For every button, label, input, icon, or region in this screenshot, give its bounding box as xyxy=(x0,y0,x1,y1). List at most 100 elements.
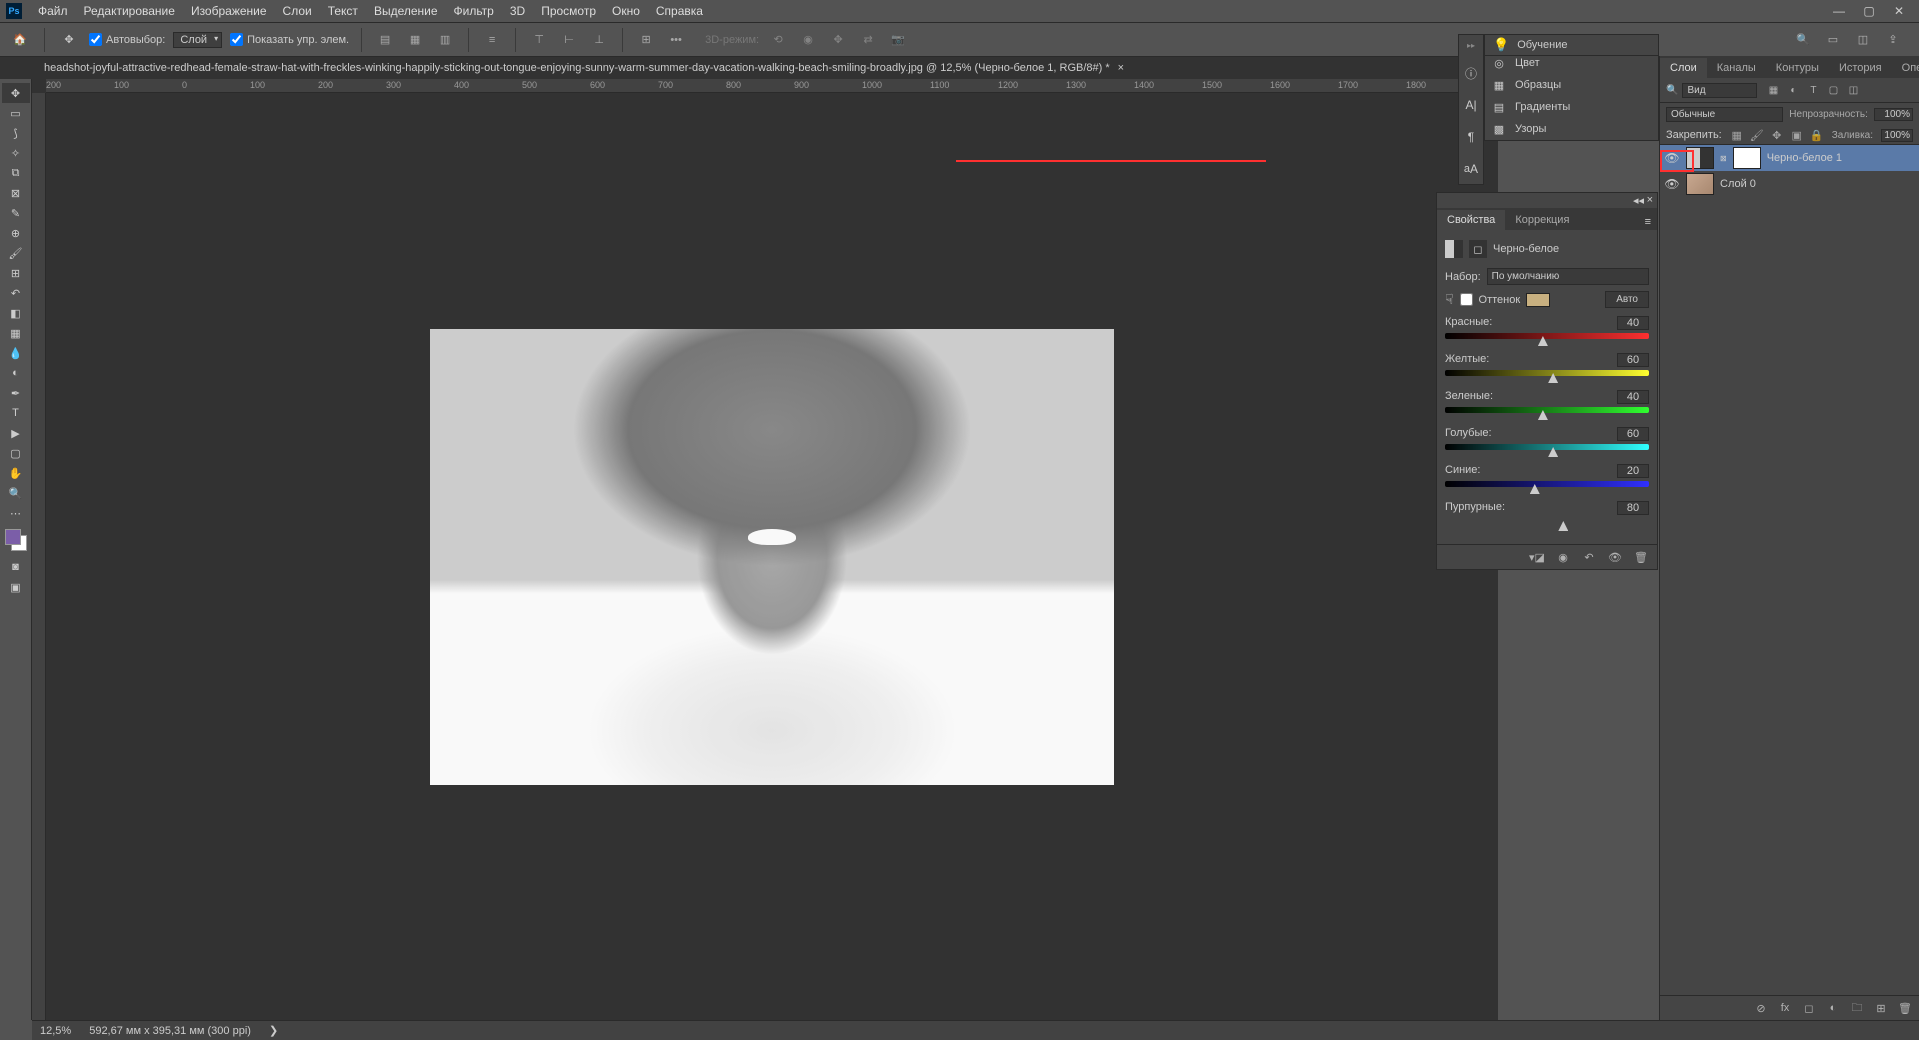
reset-icon[interactable]: ↶ xyxy=(1581,549,1597,565)
align-right-icon[interactable]: ▥ xyxy=(434,29,456,51)
slider-value[interactable]: 60 xyxy=(1617,427,1649,441)
arrange-button[interactable]: ◫ xyxy=(1853,30,1873,50)
preset-select[interactable]: По умолчанию xyxy=(1487,268,1649,285)
menu-просмотр[interactable]: Просмотр xyxy=(533,1,604,21)
tab-properties[interactable]: Свойства xyxy=(1437,210,1505,230)
close-tab-icon[interactable]: × xyxy=(1118,62,1124,74)
tint-color-swatch[interactable] xyxy=(1526,293,1550,307)
zoom-tool[interactable]: 🔍 xyxy=(2,483,30,503)
delete-layer-icon[interactable]: 🗑 xyxy=(1897,1000,1913,1016)
lasso-tool[interactable]: ⟆ xyxy=(2,123,30,143)
layer-filter-select[interactable]: Вид xyxy=(1682,83,1757,98)
pen-tool[interactable]: ✒ xyxy=(2,383,30,403)
close-button[interactable]: ✕ xyxy=(1885,2,1913,20)
filter-type-icon[interactable]: T xyxy=(1805,82,1821,98)
distribute-icon[interactable]: ≡ xyxy=(481,29,503,51)
history-brush-tool[interactable]: ↶ xyxy=(2,283,30,303)
slider-Пурпурные[interactable]: Пурпурные:80 xyxy=(1445,501,1649,528)
panel-item-узоры[interactable]: ▩Узоры xyxy=(1485,118,1658,140)
layer-row[interactable]: 👁⊠Черно-белое 1 xyxy=(1660,145,1919,171)
healing-tool[interactable]: ⊕ xyxy=(2,223,30,243)
marquee-tool[interactable]: ▭ xyxy=(2,103,30,123)
share-button[interactable]: ⇪ xyxy=(1883,30,1903,50)
screen-mode-tool[interactable]: ▣ xyxy=(2,577,30,597)
gradient-tool[interactable]: ▦ xyxy=(2,323,30,343)
crop-tool[interactable]: ⧉ xyxy=(2,163,30,183)
eyedropper-tool[interactable]: ✎ xyxy=(2,203,30,223)
quick-mask-tool[interactable]: ◙ xyxy=(2,557,30,577)
menu-справка[interactable]: Справка xyxy=(648,1,711,21)
zoom-level[interactable]: 12,5% xyxy=(40,1025,71,1037)
workspace-button[interactable]: ▭ xyxy=(1823,30,1843,50)
clip-to-layer-icon[interactable]: ▾◪ xyxy=(1529,549,1545,565)
menu-файл[interactable]: Файл xyxy=(30,1,76,21)
slider-value[interactable]: 60 xyxy=(1617,353,1649,367)
slider-value[interactable]: 20 xyxy=(1617,464,1649,478)
layer-mask-icon[interactable]: ◻ xyxy=(1801,1000,1817,1016)
slider-Красные[interactable]: Красные:40 xyxy=(1445,316,1649,343)
foreground-color[interactable] xyxy=(5,529,21,545)
slider-value[interactable]: 80 xyxy=(1617,501,1649,515)
slider-Зеленые[interactable]: Зеленые:40 xyxy=(1445,390,1649,417)
menu-фильтр[interactable]: Фильтр xyxy=(446,1,502,21)
layer-fx-icon[interactable]: fx xyxy=(1777,1000,1793,1016)
auto-button[interactable]: Авто xyxy=(1605,291,1649,308)
menu-3d[interactable]: 3D xyxy=(502,1,533,21)
tint-checkbox[interactable] xyxy=(1460,293,1473,306)
info-panel-icon[interactable]: ⓘ xyxy=(1462,64,1480,82)
slider-Голубые[interactable]: Голубые:60 xyxy=(1445,427,1649,454)
delete-adjustment-icon[interactable]: 🗑 xyxy=(1633,549,1649,565)
layer-row[interactable]: 👁Слой 0 xyxy=(1660,171,1919,197)
character-panel-icon[interactable]: A| xyxy=(1462,96,1480,114)
canvas[interactable] xyxy=(46,93,1498,1020)
panel-menu-icon[interactable]: ≡ xyxy=(1639,214,1657,230)
filter-pixel-icon[interactable]: ▦ xyxy=(1765,82,1781,98)
status-expand-icon[interactable]: ❯ xyxy=(269,1024,278,1037)
filter-adjust-icon[interactable]: ◐ xyxy=(1785,82,1801,98)
align-top-icon[interactable]: ⊤ xyxy=(528,29,550,51)
view-previous-icon[interactable]: ◉ xyxy=(1555,549,1571,565)
home-button[interactable]: 🏠 xyxy=(8,28,32,52)
menu-редактирование[interactable]: Редактирование xyxy=(76,1,183,21)
glyphs-panel-icon[interactable]: aA xyxy=(1462,160,1480,178)
visibility-toggle-icon[interactable]: 👁 xyxy=(1664,176,1680,192)
fill-input[interactable]: 100% xyxy=(1881,129,1913,142)
targeted-adjust-icon[interactable]: ☟ xyxy=(1445,291,1454,308)
paragraph-panel-icon[interactable]: ¶ xyxy=(1462,128,1480,146)
align-bottom-icon[interactable]: ⊥ xyxy=(588,29,610,51)
panel-item-градиенты[interactable]: ▤Градиенты xyxy=(1485,96,1658,118)
filter-shape-icon[interactable]: ▢ xyxy=(1825,82,1841,98)
stamp-tool[interactable]: ⊞ xyxy=(2,263,30,283)
minimize-button[interactable]: — xyxy=(1825,2,1853,20)
autoselect-checkbox[interactable]: Автовыбор: xyxy=(89,33,165,46)
slider-Желтые[interactable]: Желтые:60 xyxy=(1445,353,1649,380)
align-center-h-icon[interactable]: ▦ xyxy=(404,29,426,51)
maximize-button[interactable]: ▢ xyxy=(1855,2,1883,20)
more-options-icon[interactable]: ••• xyxy=(665,29,687,51)
new-layer-icon[interactable]: ⊞ xyxy=(1873,1000,1889,1016)
type-tool[interactable]: T xyxy=(2,403,30,423)
dodge-tool[interactable]: ◐ xyxy=(2,363,30,383)
collapse-props-icon[interactable]: ◂◂ xyxy=(1633,194,1644,207)
tab-история[interactable]: История xyxy=(1829,58,1892,78)
move-tool[interactable]: ✥ xyxy=(2,83,30,103)
learn-panel-tab[interactable]: 💡 Обучение xyxy=(1484,34,1659,56)
hand-tool[interactable]: ✋ xyxy=(2,463,30,483)
tab-каналы[interactable]: Каналы xyxy=(1707,58,1766,78)
tab-adjustments[interactable]: Коррекция xyxy=(1505,210,1579,230)
slider-Синие[interactable]: Синие:20 xyxy=(1445,464,1649,491)
lock-pixels-icon[interactable]: ▦ xyxy=(1730,128,1744,142)
menu-текст[interactable]: Текст xyxy=(320,1,366,21)
edit-toolbar[interactable]: ⋯ xyxy=(2,503,30,523)
opacity-input[interactable]: 100% xyxy=(1874,108,1913,121)
tab-операции[interactable]: Операции xyxy=(1892,58,1919,78)
menu-изображение[interactable]: Изображение xyxy=(183,1,275,21)
tab-контуры[interactable]: Контуры xyxy=(1766,58,1829,78)
lock-paint-icon[interactable]: 🖌 xyxy=(1750,128,1764,142)
menu-слои[interactable]: Слои xyxy=(275,1,320,21)
frame-tool[interactable]: ⊠ xyxy=(2,183,30,203)
new-adjustment-icon[interactable]: ◐ xyxy=(1825,1000,1841,1016)
menu-окно[interactable]: Окно xyxy=(604,1,648,21)
document-tab[interactable]: headshot-joyful-attractive-redhead-femal… xyxy=(34,59,1134,77)
magic-wand-tool[interactable]: ✧ xyxy=(2,143,30,163)
